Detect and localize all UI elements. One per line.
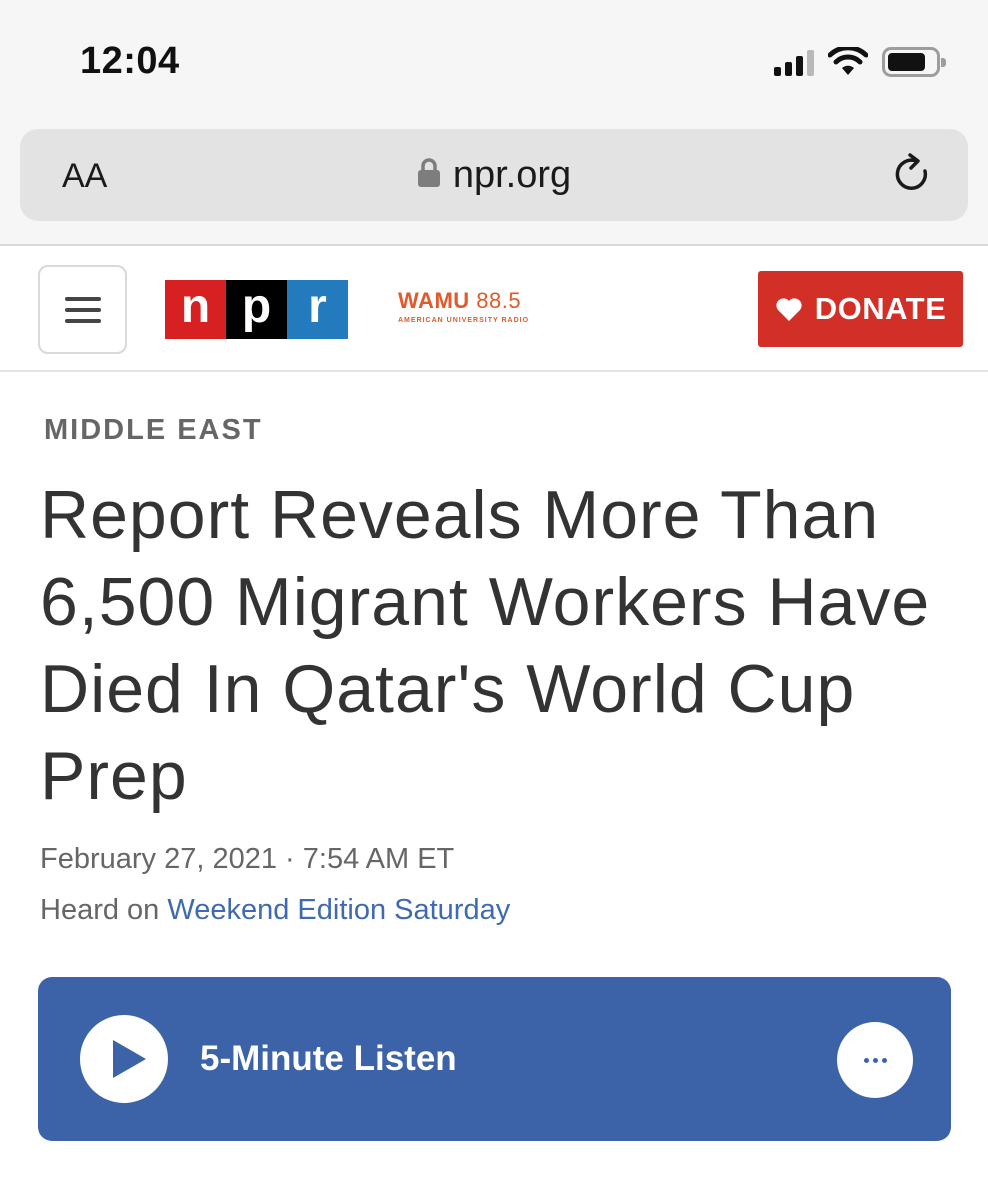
cellular-signal-icon <box>774 48 814 76</box>
wifi-icon <box>828 47 868 75</box>
heart-icon <box>776 297 802 321</box>
article-headline: Report Reveals More Than 6,500 Migrant W… <box>40 477 931 814</box>
status-icons <box>774 44 946 80</box>
npr-logo-r: r <box>287 280 348 339</box>
donate-button[interactable]: DONATE <box>758 271 963 347</box>
menu-bar-icon <box>64 307 101 312</box>
heard-on-line: Heard on Weekend Edition Saturday <box>40 894 510 927</box>
donate-label: DONATE <box>814 291 947 326</box>
reload-icon[interactable] <box>892 153 934 197</box>
program-link[interactable]: Weekend Edition Saturday <box>167 894 510 926</box>
npr-logo-n: n <box>165 280 226 339</box>
status-time: 12:04 <box>80 40 180 82</box>
address-bar[interactable]: AA npr.org <box>20 129 968 221</box>
dot-icon <box>881 1057 887 1063</box>
station-tagline: AMERICAN UNIVERSITY RADIO <box>398 317 530 324</box>
listen-label: 5-Minute Listen <box>200 1039 457 1078</box>
menu-bar-icon <box>64 318 101 323</box>
npr-logo-p: p <box>226 280 287 339</box>
station-logo[interactable]: WAMU 88.5 AMERICAN UNIVERSITY RADIO <box>398 288 529 324</box>
dot-icon <box>863 1057 869 1063</box>
menu-bar-icon <box>64 296 101 301</box>
station-frequency: 88.5 <box>476 288 522 313</box>
audio-player: 5-Minute Listen <box>38 977 951 1141</box>
article-dateline: February 27, 2021 · 7:54 AM ET <box>40 843 455 875</box>
more-options-button[interactable] <box>837 1022 913 1098</box>
hamburger-menu-button[interactable] <box>38 265 127 354</box>
npr-logo[interactable]: n p r <box>165 280 348 339</box>
heard-on-prefix: Heard on <box>40 894 160 926</box>
station-name: WAMU <box>398 288 470 313</box>
section-label[interactable]: MIDDLE EAST <box>44 414 263 447</box>
lock-icon <box>417 158 440 187</box>
browser-chrome: 12:04 AA npr.org <box>0 0 988 246</box>
url-text: npr.org <box>452 154 572 196</box>
battery-icon <box>882 47 946 77</box>
dot-icon <box>872 1057 878 1063</box>
site-header: n p r WAMU 88.5 AMERICAN UNIVERSITY RADI… <box>0 248 988 372</box>
play-button[interactable] <box>80 1015 168 1103</box>
url-display[interactable]: npr.org <box>20 154 968 197</box>
